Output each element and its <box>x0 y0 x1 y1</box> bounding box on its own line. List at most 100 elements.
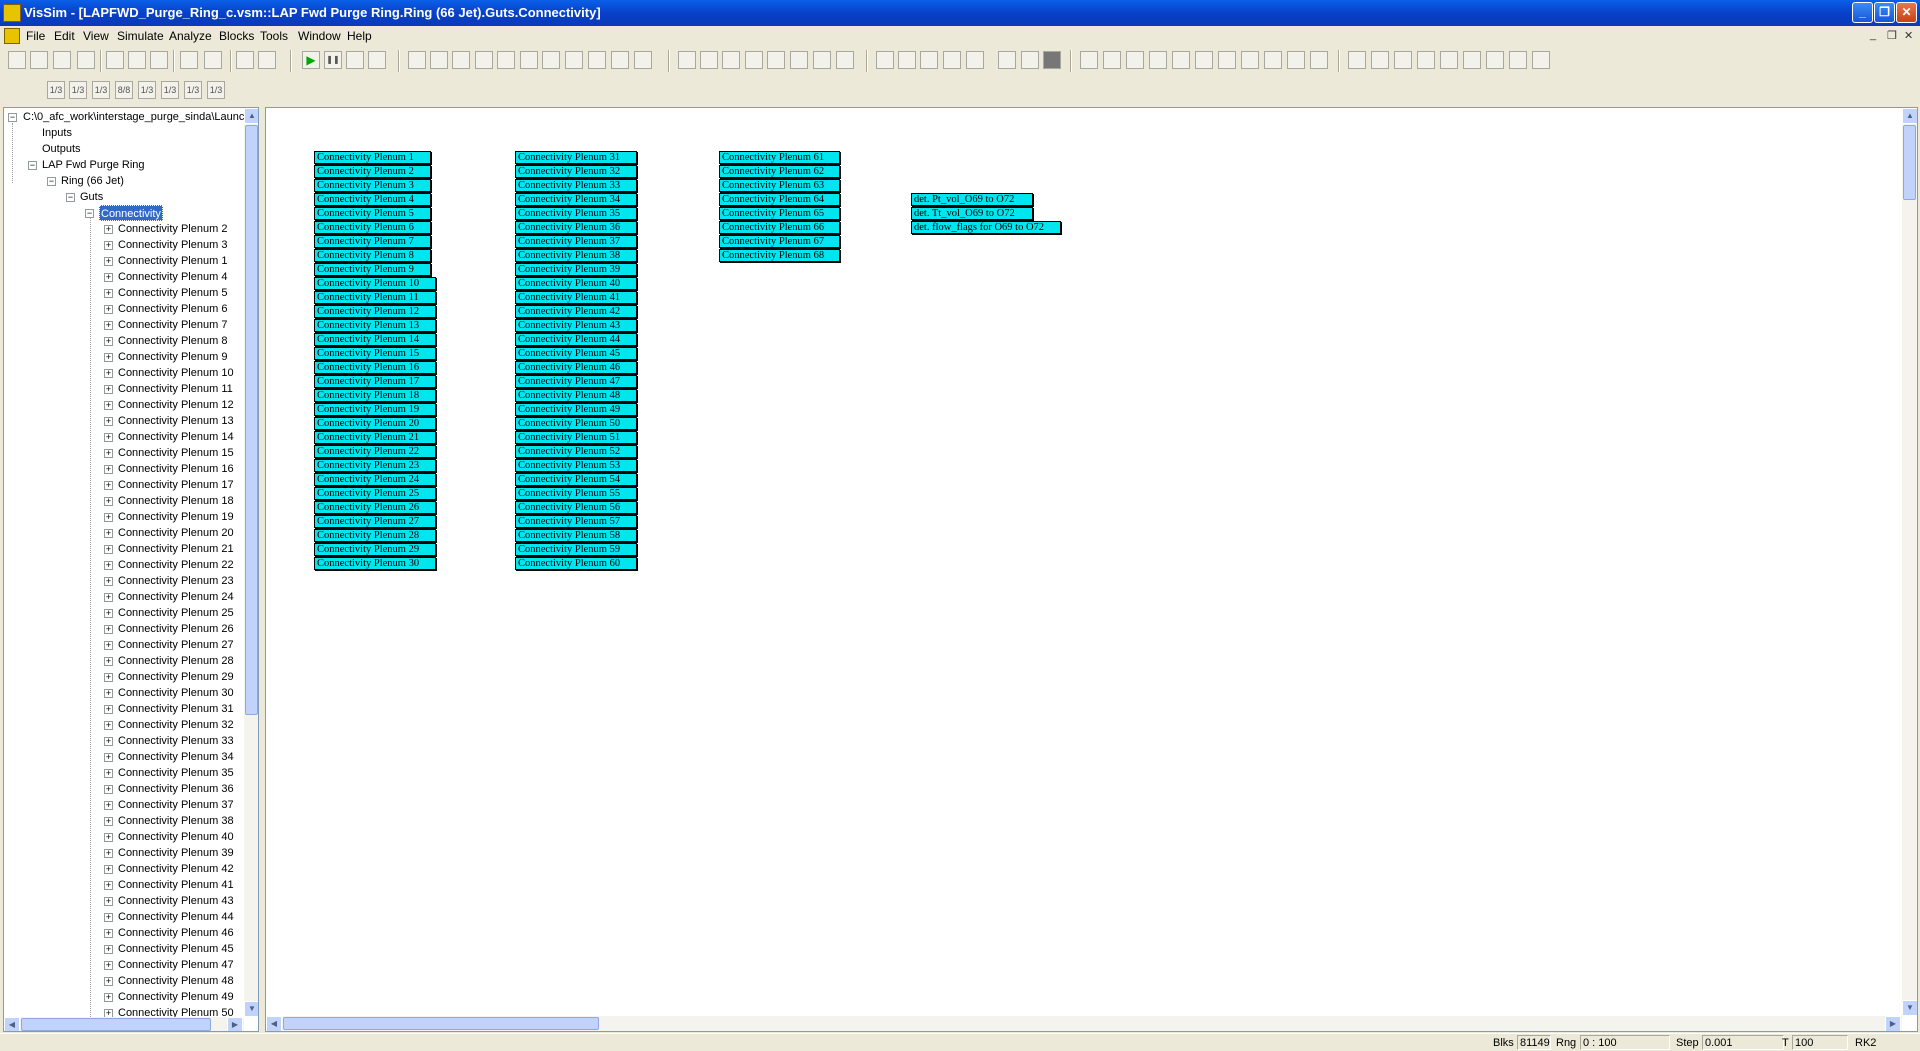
analysis-tool-2-icon[interactable] <box>700 51 718 69</box>
tree-item-plenum[interactable]: Connectivity Plenum 31 <box>118 701 234 717</box>
plenum-block[interactable]: Connectivity Plenum 27 <box>314 515 436 528</box>
arith-tool-8-icon[interactable] <box>1241 51 1259 69</box>
expand-icon[interactable]: + <box>104 849 113 858</box>
logic-tool-1-icon[interactable] <box>1348 51 1366 69</box>
tree-item-plenum[interactable]: Connectivity Plenum 16 <box>118 461 234 477</box>
plenum-block[interactable]: Connectivity Plenum 43 <box>515 319 637 332</box>
tree-item-plenum[interactable]: Connectivity Plenum 8 <box>118 333 227 349</box>
block-tool-10-icon[interactable] <box>611 51 629 69</box>
expand-icon[interactable]: + <box>104 769 113 778</box>
fraction-tool-7-icon[interactable]: 1/3 <box>184 81 202 99</box>
wire-icon[interactable] <box>204 51 222 69</box>
arith-tool-2-icon[interactable] <box>1103 51 1121 69</box>
arith-tool-3-icon[interactable] <box>1126 51 1144 69</box>
menu-window[interactable]: Window <box>298 29 341 43</box>
minimize-button[interactable]: _ <box>1852 2 1873 23</box>
save-icon[interactable] <box>53 51 71 69</box>
tree-vertical-scrollbar[interactable]: ▲ ▼ <box>244 108 258 1017</box>
expand-icon[interactable]: + <box>104 737 113 746</box>
plenum-block[interactable]: Connectivity Plenum 63 <box>719 179 840 192</box>
arith-tool-11-icon[interactable] <box>1310 51 1328 69</box>
plenum-block[interactable]: Connectivity Plenum 10 <box>314 277 436 290</box>
tree-item-plenum[interactable]: Connectivity Plenum 24 <box>118 589 234 605</box>
tree-item-plenum[interactable]: Connectivity Plenum 13 <box>118 413 234 429</box>
tree-item-plenum[interactable]: Connectivity Plenum 43 <box>118 893 234 909</box>
signal-tool-7-icon[interactable] <box>1021 51 1039 69</box>
expand-icon[interactable]: + <box>104 609 113 618</box>
tree-item-plenum[interactable]: Connectivity Plenum 2 <box>118 221 227 237</box>
tree-scroll-thumb[interactable] <box>245 125 258 715</box>
tree-item-plenum[interactable]: Connectivity Plenum 46 <box>118 925 234 941</box>
expand-icon[interactable]: + <box>104 657 113 666</box>
menu-simulate[interactable]: Simulate <box>117 29 164 43</box>
paste-icon[interactable] <box>150 51 168 69</box>
move-up-icon[interactable] <box>236 51 254 69</box>
tree-item-plenum[interactable]: Connectivity Plenum 1 <box>118 253 227 269</box>
model-tree[interactable]: − C:\0_afc_work\interstage_purge_sinda\L… <box>3 107 259 1032</box>
plenum-block[interactable]: Connectivity Plenum 9 <box>314 263 431 276</box>
plenum-block[interactable]: Connectivity Plenum 45 <box>515 347 637 360</box>
scroll-up-icon[interactable]: ▲ <box>1902 108 1917 124</box>
tree-root[interactable]: C:\0_afc_work\interstage_purge_sinda\Lau… <box>23 109 244 125</box>
analysis-tool-6-icon[interactable] <box>790 51 808 69</box>
pause-icon[interactable]: ❚❚ <box>324 51 342 69</box>
expand-icon[interactable]: + <box>104 913 113 922</box>
expand-icon[interactable]: + <box>104 897 113 906</box>
collapse-icon[interactable]: − <box>85 209 94 218</box>
plenum-block[interactable]: Connectivity Plenum 14 <box>314 333 436 346</box>
tree-item-plenum[interactable]: Connectivity Plenum 47 <box>118 957 234 973</box>
plenum-block[interactable]: Connectivity Plenum 32 <box>515 165 637 178</box>
app-icon[interactable] <box>3 4 21 22</box>
expand-icon[interactable]: + <box>104 257 113 266</box>
fraction-tool-1-icon[interactable]: 1/3 <box>47 81 65 99</box>
tree-item-plenum[interactable]: Connectivity Plenum 9 <box>118 349 227 365</box>
tree-horizontal-scrollbar[interactable]: ◀ ▶ <box>4 1017 244 1031</box>
expand-icon[interactable]: + <box>104 929 113 938</box>
tree-item-plenum[interactable]: Connectivity Plenum 23 <box>118 573 234 589</box>
plenum-block[interactable]: Connectivity Plenum 12 <box>314 305 436 318</box>
step-icon[interactable] <box>346 51 364 69</box>
arith-tool-10-icon[interactable] <box>1287 51 1305 69</box>
block-tool-8-icon[interactable] <box>565 51 583 69</box>
stop-block-icon[interactable] <box>1043 51 1061 69</box>
expand-icon[interactable]: + <box>104 865 113 874</box>
expand-icon[interactable]: + <box>104 817 113 826</box>
logic-tool-7-icon[interactable] <box>1486 51 1504 69</box>
plenum-block[interactable]: Connectivity Plenum 18 <box>314 389 436 402</box>
menu-edit[interactable]: Edit <box>54 29 75 43</box>
fraction-tool-3-icon[interactable]: 1/3 <box>92 81 110 99</box>
tree-item-plenum[interactable]: Connectivity Plenum 12 <box>118 397 234 413</box>
plenum-block[interactable]: Connectivity Plenum 24 <box>314 473 436 486</box>
collapse-icon[interactable]: − <box>47 177 56 186</box>
tree-item-plenum[interactable]: Connectivity Plenum 33 <box>118 733 234 749</box>
tree-item-plenum[interactable]: Connectivity Plenum 19 <box>118 509 234 525</box>
tree-item-plenum[interactable]: Connectivity Plenum 25 <box>118 605 234 621</box>
tree-item-plenum[interactable]: Connectivity Plenum 44 <box>118 909 234 925</box>
analysis-tool-3-icon[interactable] <box>722 51 740 69</box>
expand-icon[interactable]: + <box>104 561 113 570</box>
plenum-block[interactable]: Connectivity Plenum 5 <box>314 207 431 220</box>
fraction-tool-4-icon[interactable]: 8/8 <box>115 81 133 99</box>
expand-icon[interactable]: + <box>104 961 113 970</box>
plenum-block[interactable]: Connectivity Plenum 28 <box>314 529 436 542</box>
block-tool-6-icon[interactable] <box>520 51 538 69</box>
menu-view[interactable]: View <box>83 29 109 43</box>
analysis-tool-8-icon[interactable] <box>836 51 854 69</box>
scroll-left-icon[interactable]: ◀ <box>266 1016 282 1031</box>
arith-tool-4-icon[interactable] <box>1149 51 1167 69</box>
plenum-block[interactable]: Connectivity Plenum 13 <box>314 319 436 332</box>
plenum-block[interactable]: Connectivity Plenum 65 <box>719 207 840 220</box>
logic-tool-4-icon[interactable] <box>1417 51 1435 69</box>
open-icon[interactable] <box>30 51 48 69</box>
tree-item-plenum[interactable]: Connectivity Plenum 32 <box>118 717 234 733</box>
plenum-block[interactable]: Connectivity Plenum 3 <box>314 179 431 192</box>
expand-icon[interactable]: + <box>104 241 113 250</box>
logic-tool-6-icon[interactable] <box>1463 51 1481 69</box>
plenum-block[interactable]: Connectivity Plenum 51 <box>515 431 637 444</box>
tree-item-plenum[interactable]: Connectivity Plenum 10 <box>118 365 234 381</box>
fraction-tool-8-icon[interactable]: 1/3 <box>207 81 225 99</box>
plenum-block[interactable]: Connectivity Plenum 16 <box>314 361 436 374</box>
tree-item-plenum[interactable]: Connectivity Plenum 30 <box>118 685 234 701</box>
tree-item-plenum[interactable]: Connectivity Plenum 36 <box>118 781 234 797</box>
tree-item-plenum[interactable]: Connectivity Plenum 39 <box>118 845 234 861</box>
